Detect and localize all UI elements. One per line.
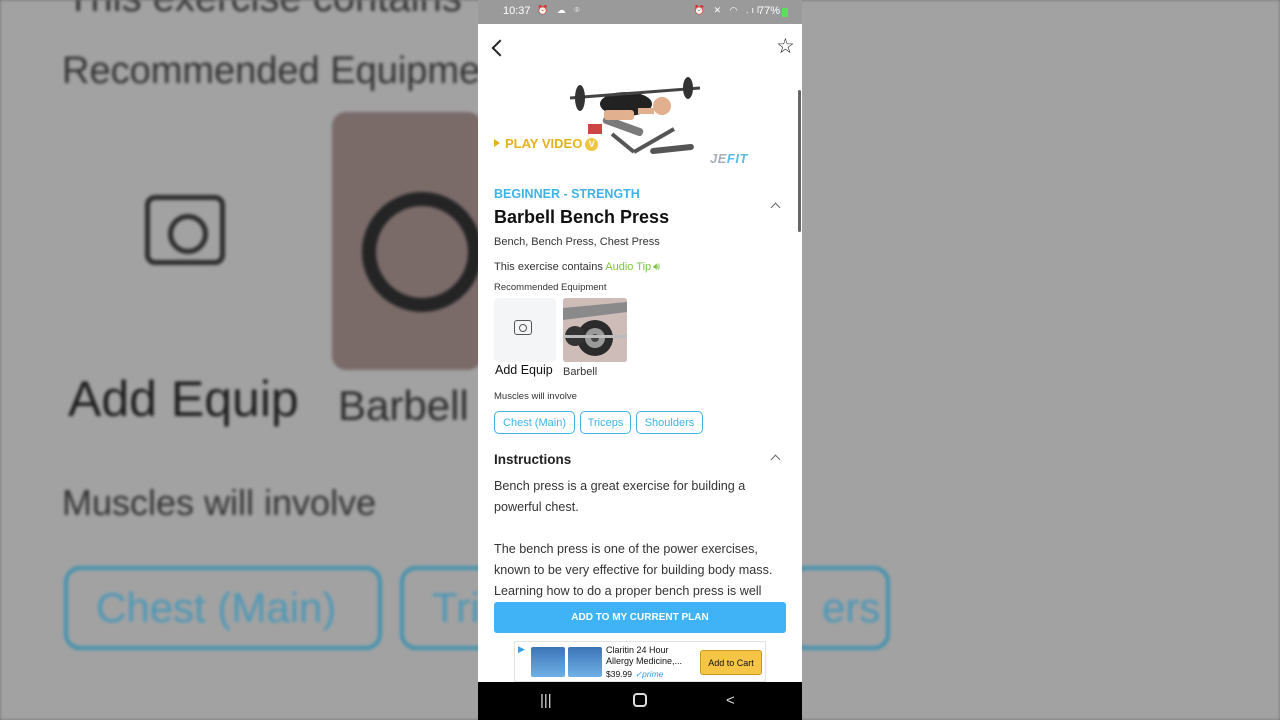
recent-apps-icon[interactable]: ||| [540,692,552,709]
add-equipment-label: Add Equip [495,363,553,377]
contains-text: This exercise contains [494,261,603,273]
exercise-animation-image[interactable] [564,74,704,166]
ad-price-line: $39.99 ✓prime [606,669,663,680]
audio-tip-link[interactable]: Audio Tip [605,261,651,273]
status-left-icons: ⏰ ☁ ⌾ [537,5,583,15]
collapse-instructions-button[interactable] [768,450,784,466]
chevron-up-icon [770,202,781,213]
instructions-body: Bench press is a great exercise for buil… [494,476,790,623]
camera-add-icon [514,320,532,335]
speaker-icon[interactable]: 🔊︎ [653,261,660,274]
ad-price: $39.99 [606,669,632,679]
ad-title: Claritin 24 Hour Allergy Medicine,... [606,645,683,666]
instructions-paragraph: Bench press is a great exercise for buil… [494,479,746,514]
muscle-chip-chest[interactable]: Chest (Main) [494,411,575,434]
status-bar: 10:37 ⏰ ☁ ⌾ ⏰ ✕ ◠ .ıl 77% [478,0,802,24]
jefit-logo-suffix: FIT [726,151,748,166]
star-outline-icon[interactable]: ☆ [776,34,795,59]
exercise-level: BEGINNER - STRENGTH [494,187,640,201]
instructions-paragraph: The bench press is one of the power exer… [494,542,773,598]
bench-graphic [588,115,694,154]
vip-badge-icon: V [585,138,599,151]
android-nav-bar: ||| < [478,682,802,720]
ad-choices-icon[interactable]: ▶ [518,644,525,655]
back-arrow-icon[interactable] [488,37,508,59]
ad-product-image [531,647,565,677]
chevron-up-icon [770,454,781,465]
ad-prime: ✓prime [635,669,664,679]
exercise-title: Barbell Bench Press [494,207,670,227]
add-to-plan-button[interactable]: ADD TO MY CURRENT PLAN [494,602,786,633]
collapse-details-button[interactable] [768,198,784,214]
status-right-icons: ⏰ ✕ ◠ .ıl [693,5,762,15]
recommended-equipment-heading: Recommended Equipment [494,282,607,293]
audio-tip-line: This exercise contains Audio Tip 🔊︎ [494,261,660,274]
ad-product-image [568,647,602,677]
nav-back-icon[interactable]: < [726,692,735,709]
add-equipment-button[interactable] [494,298,556,362]
ad-banner[interactable]: ▶ Claritin 24 Hour Allergy Medicine,... … [514,641,766,682]
play-video-label: PLAY VIDEO [505,136,583,151]
barbell-equipment-label: Barbell [563,366,598,378]
play-triangle-icon [494,139,500,147]
home-icon[interactable] [633,693,647,707]
jefit-logo: JEFIT [710,151,748,166]
battery-percent: 77% [757,5,780,17]
barbell-equipment-image[interactable] [563,298,627,362]
instructions-heading: Instructions [494,452,572,467]
scrollbar[interactable] [798,90,801,232]
status-time: 10:37 [503,5,531,17]
play-video-button[interactable]: PLAY VIDEO V [494,136,599,151]
ad-add-to-cart-button[interactable]: Add to Cart [700,650,762,675]
phone-screen: 10:37 ⏰ ☁ ⌾ ⏰ ✕ ◠ .ıl 77% ☆ PLAY VIDEO V … [478,0,802,720]
battery-icon [782,8,788,17]
exercise-aliases: Bench, Bench Press, Chest Press [494,236,660,248]
muscle-chip-triceps[interactable]: Triceps [580,411,631,434]
muscles-heading: Muscles will involve [494,391,577,402]
muscle-chip-shoulders[interactable]: Shoulders [636,411,703,434]
jefit-logo-prefix: JE [710,151,727,166]
